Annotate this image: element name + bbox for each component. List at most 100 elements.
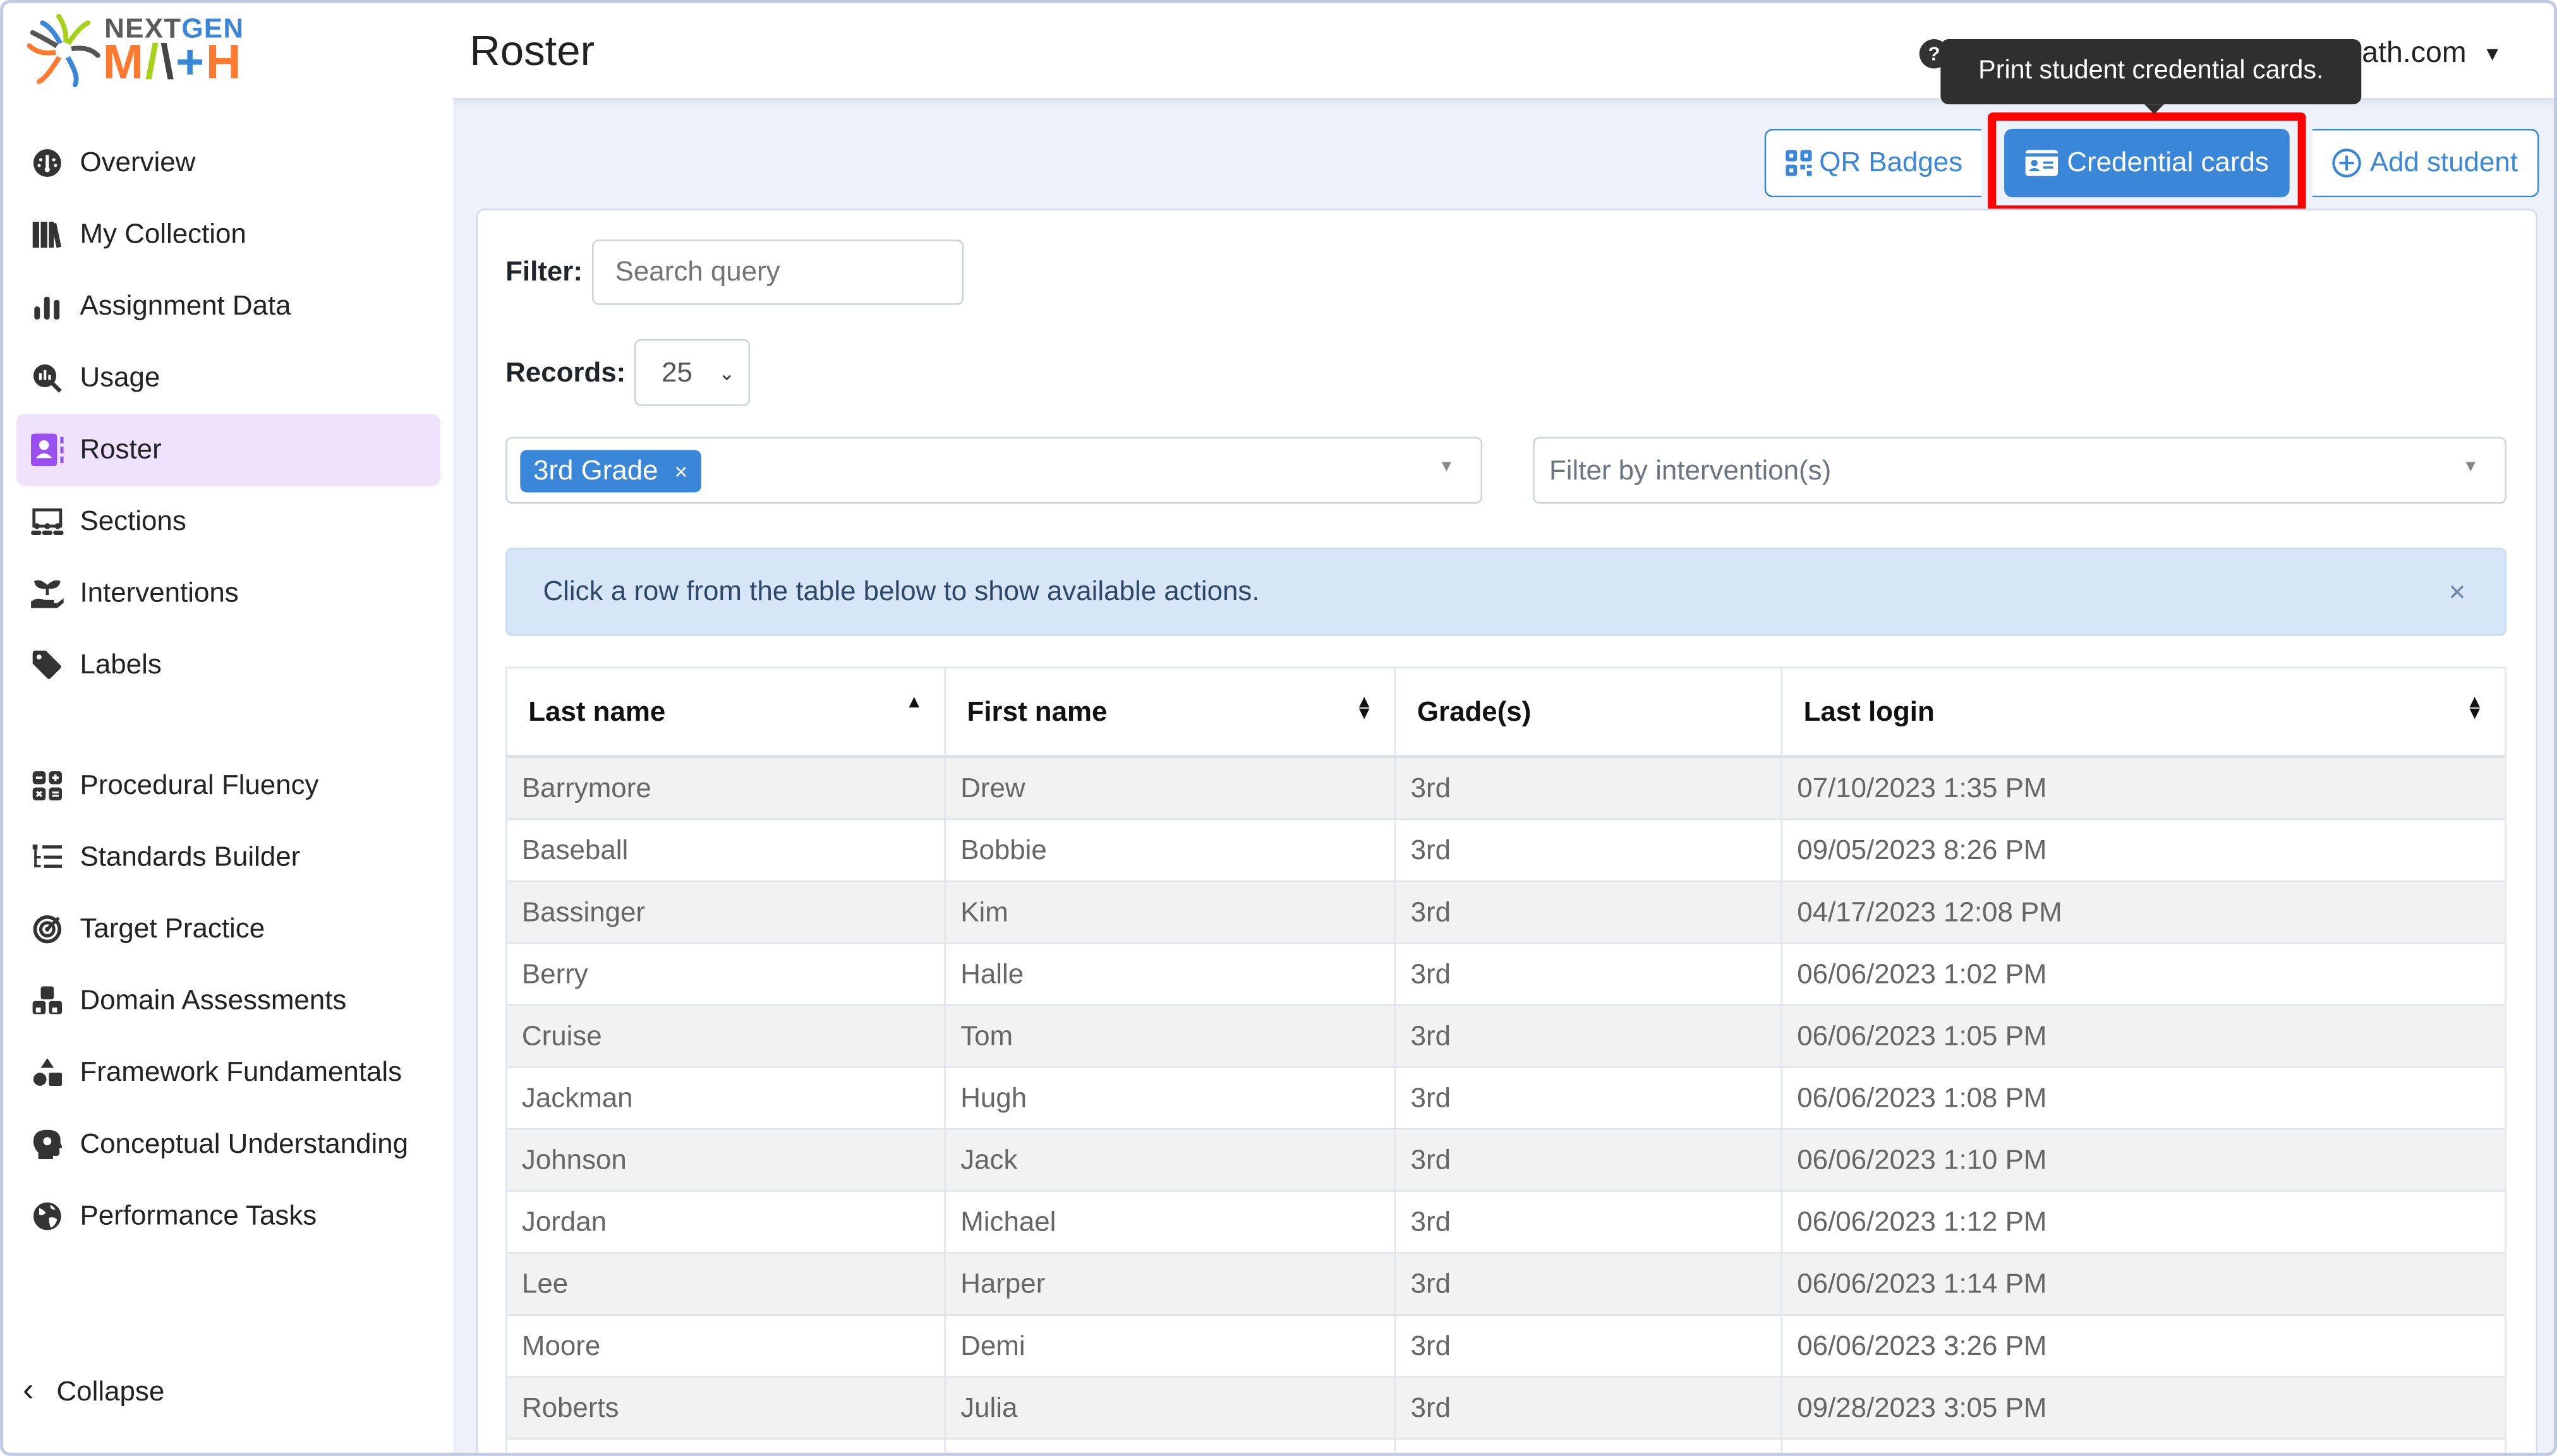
cell-empty — [1780, 1438, 2506, 1453]
cell-grade: 3rd — [1394, 755, 1783, 821]
close-alert-icon[interactable]: × — [2448, 575, 2465, 610]
cell-last-name: Cruise — [505, 1004, 946, 1068]
logo-letter-m: M — [102, 35, 145, 90]
sidebar-item-usage[interactable]: Usage — [16, 342, 440, 414]
sidebar-item-interventions[interactable]: Interventions — [16, 558, 440, 630]
table-row[interactable]: Jordan Michael 3rd 06/06/2023 1:12 PM — [505, 1190, 2506, 1254]
sidebar-nav-primary: Overview My Collection Assignment Data U… — [16, 127, 440, 701]
roster-card: Filter: Records: 25 ⌄ 3rd Grade × ▼ Filt… — [476, 208, 2538, 1453]
table-row[interactable]: Jackman Hugh 3rd 06/06/2023 1:08 PM — [505, 1066, 2506, 1130]
column-header-last-login[interactable]: Last login ▲ ▼ — [1780, 666, 2506, 759]
cell-first-name: Halle — [944, 942, 1396, 1006]
sidebar-item-my-collection[interactable]: My Collection — [16, 199, 440, 271]
remove-chip-icon[interactable]: × — [674, 457, 687, 483]
table-row[interactable]: Baseball Bobbie 3rd 09/05/2023 8:26 PM — [505, 818, 2506, 882]
address-book-icon — [31, 433, 64, 467]
sidebar-item-standards-builder[interactable]: Standards Builder — [16, 822, 440, 894]
cell-first-name: Demi — [944, 1314, 1396, 1378]
table-row[interactable]: Lee Harper 3rd 06/06/2023 1:14 PM — [505, 1252, 2506, 1316]
table-row[interactable]: Moore Demi 3rd 06/06/2023 3:26 PM — [505, 1314, 2506, 1378]
table-row[interactable]: Barrymore Drew 3rd 07/10/2023 1:35 PM — [505, 755, 2506, 821]
collapse-label: Collapse — [56, 1375, 165, 1407]
cell-first-name: Bobbie — [944, 818, 1396, 882]
records-value: 25 — [662, 356, 692, 387]
sidebar-item-label: Usage — [80, 361, 160, 394]
sidebar-item-target-practice[interactable]: Target Practice — [16, 893, 440, 965]
table-row[interactable]: Bassinger Kim 3rd 04/17/2023 12:08 PM — [505, 880, 2506, 944]
qr-badges-label: QR Badges — [1819, 147, 1963, 178]
cell-last-name: Bassinger — [505, 880, 946, 944]
main-content: QR Badges Credential cards Add student F… — [453, 97, 2554, 1453]
nextgen-math-logo[interactable]: NEXTGEN M/\+H — [26, 13, 270, 92]
table-row[interactable]: Berry Halle 3rd 06/06/2023 1:02 PM — [505, 942, 2506, 1006]
cell-first-name: Tom — [944, 1004, 1396, 1068]
table-row[interactable]: Cruise Tom 3rd 06/06/2023 1:05 PM — [505, 1004, 2506, 1068]
table-row-partial[interactable] — [505, 1438, 2506, 1453]
filter-label: Filter: — [505, 256, 583, 287]
table-row[interactable]: Johnson Jack 3rd 06/06/2023 1:10 PM — [505, 1128, 2506, 1192]
sidebar-item-assignment-data[interactable]: Assignment Data — [16, 270, 440, 342]
bullseye-arrow-icon — [31, 913, 64, 946]
intervention-placeholder: Filter by intervention(s) — [1549, 454, 1832, 485]
cell-first-name: Julia — [944, 1376, 1396, 1440]
sort-both-icon: ▲ ▼ — [2465, 692, 2484, 724]
page-title: Roster — [469, 26, 595, 75]
cell-last-login: 06/06/2023 1:14 PM — [1780, 1252, 2506, 1316]
globe-icon — [31, 1200, 64, 1233]
sidebar-item-label: My Collection — [80, 218, 246, 250]
cell-grade: 3rd — [1394, 1190, 1783, 1254]
sidebar-item-procedural-fluency[interactable]: Procedural Fluency — [16, 750, 440, 822]
qrcode-icon — [1785, 150, 1811, 176]
sidebar-item-roster[interactable]: Roster — [16, 414, 440, 486]
sidebar-item-label: Overview — [80, 147, 196, 178]
logo-letter-t: + — [175, 35, 206, 90]
cell-first-name: Hugh — [944, 1066, 1396, 1130]
cell-empty — [944, 1438, 1396, 1453]
cell-last-name: Roberts — [505, 1376, 946, 1440]
sidebar-item-conceptual-understanding[interactable]: Conceptual Understanding — [16, 1109, 440, 1181]
qr-badges-button[interactable]: QR Badges — [1763, 128, 1983, 198]
chalkboard-users-icon — [31, 505, 64, 538]
plus-circle-icon — [2332, 148, 2362, 177]
sidebar-item-overview[interactable]: Overview — [16, 127, 440, 199]
credential-cards-label: Credential cards — [2067, 147, 2269, 178]
table-row[interactable]: Roberts Julia 3rd 09/28/2023 3:05 PM — [505, 1376, 2506, 1440]
sidebar-item-framework-fundamentals[interactable]: Framework Fundamentals — [16, 1037, 440, 1109]
collapse-sidebar-button[interactable]: ‹ Collapse — [23, 1373, 164, 1410]
credential-cards-button[interactable]: Credential cards — [2005, 128, 2290, 198]
sidebar-item-label: Conceptual Understanding — [80, 1128, 409, 1160]
add-student-button[interactable]: Add student — [2312, 128, 2539, 198]
sidebar-item-performance-tasks[interactable]: Performance Tasks — [16, 1181, 440, 1253]
grade-chip: 3rd Grade × — [520, 449, 701, 492]
sidebar-item-domain-assessments[interactable]: Domain Assessments — [16, 965, 440, 1037]
column-header-first-name[interactable]: First name ▲ ▼ — [944, 666, 1396, 759]
search-input[interactable] — [592, 239, 964, 305]
sidebar-item-label: Standards Builder — [80, 841, 301, 872]
cell-grade: 3rd — [1394, 1376, 1783, 1440]
sidebar-item-sections[interactable]: Sections — [16, 486, 440, 558]
sidebar-item-label: Sections — [80, 505, 186, 537]
sidebar-item-label: Framework Fundamentals — [80, 1056, 402, 1088]
cell-last-login: 06/06/2023 1:12 PM — [1780, 1190, 2506, 1254]
intervention-filter-select[interactable]: Filter by intervention(s) ▼ — [1533, 436, 2506, 504]
sidebar-item-label: Interventions — [80, 577, 239, 608]
grade-filter-select[interactable]: 3rd Grade × ▼ — [505, 436, 1483, 504]
cell-first-name: Kim — [944, 880, 1396, 944]
roster-table: Last name ▲ First name ▲ ▼ Grade(s) Last lo… — [505, 666, 2506, 1453]
cell-grade: 3rd — [1394, 880, 1783, 944]
sidebar-item-label: Roster — [80, 433, 162, 465]
cell-grade: 3rd — [1394, 1128, 1783, 1192]
records-per-page-select[interactable]: 25 ⌄ — [634, 339, 750, 406]
cell-last-login: 06/06/2023 1:02 PM — [1780, 942, 2506, 1006]
cell-grade: 3rd — [1394, 1252, 1783, 1316]
logo-burst-icon — [27, 13, 100, 88]
column-header-last-name[interactable]: Last name ▲ — [505, 666, 946, 759]
roster-table-body: Barrymore Drew 3rd 07/10/2023 1:35 PM Baseba… — [505, 755, 2506, 1453]
highlight-box: Credential cards — [1988, 112, 2307, 214]
cell-last-name: Johnson — [505, 1128, 946, 1192]
sidebar-item-labels[interactable]: Labels — [16, 629, 440, 701]
grade-chip-label: 3rd Grade — [533, 454, 658, 485]
dashboard-gauge-icon — [31, 147, 64, 179]
cell-last-name: Baseball — [505, 818, 946, 882]
chevron-down-icon: ⌄ — [718, 361, 735, 384]
